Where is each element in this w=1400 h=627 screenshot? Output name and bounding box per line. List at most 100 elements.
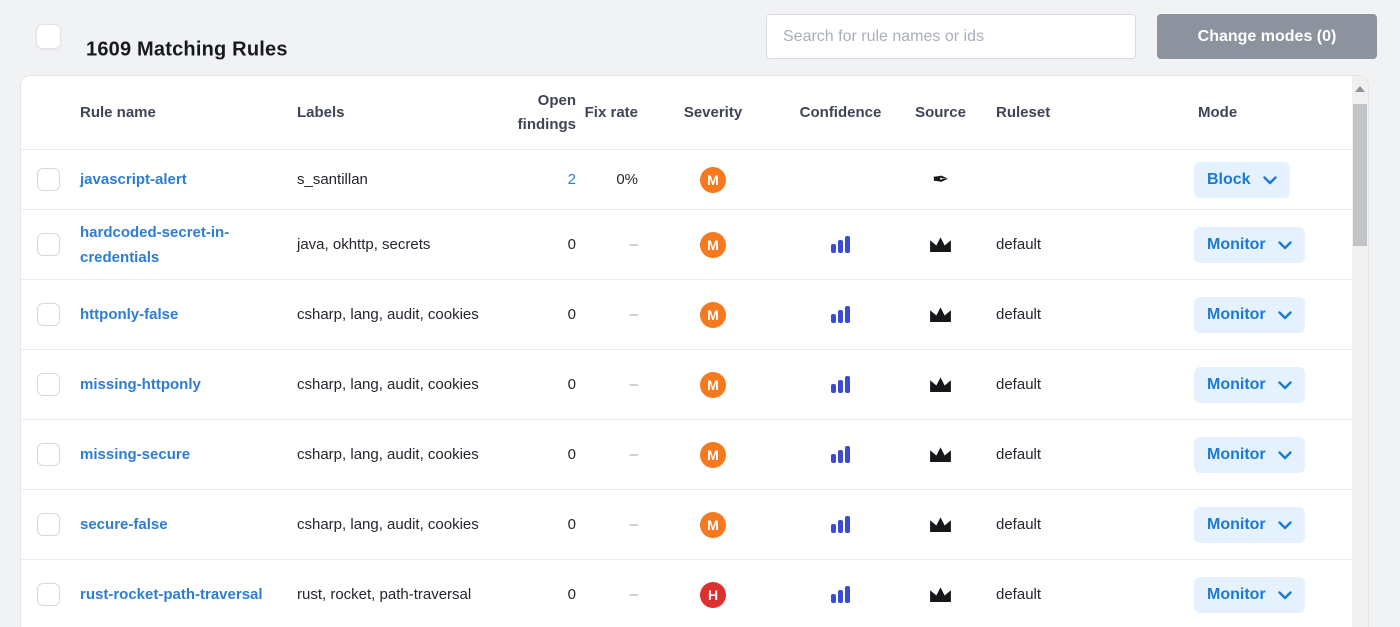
rule-labels: java, okhttp, secrets (297, 236, 431, 253)
vertical-scrollbar[interactable] (1352, 76, 1368, 627)
pen-nib-icon: ✒ (932, 168, 949, 191)
table-row: secure-false csharp, lang, audit, cookie… (21, 489, 1352, 559)
row-checkbox[interactable] (37, 583, 60, 606)
mode-dropdown[interactable]: Monitor (1194, 226, 1305, 263)
ruleset-name: default (996, 306, 1042, 323)
mode-label: Block (1207, 170, 1251, 188)
fix-rate-value: – (629, 586, 638, 603)
open-findings-count: 0 (567, 236, 576, 253)
row-checkbox[interactable] (37, 513, 60, 536)
page-title: 1609 Matching Rules (86, 38, 288, 61)
row-checkbox[interactable] (37, 443, 60, 466)
mode-dropdown[interactable]: Monitor (1194, 366, 1305, 403)
table-row: hardcoded-secret-in-credentials java, ok… (21, 209, 1352, 279)
row-checkbox[interactable] (37, 233, 60, 256)
mode-dropdown[interactable]: Monitor (1194, 436, 1305, 473)
row-checkbox[interactable] (37, 168, 60, 191)
open-findings-count[interactable]: 2 (568, 171, 576, 188)
rule-labels: csharp, lang, audit, cookies (297, 516, 479, 533)
rule-name-link[interactable]: secure-false (80, 512, 168, 537)
bar-chart-icon (831, 376, 850, 393)
mode-label: Monitor (1207, 515, 1266, 533)
column-header-severity: Severity (683, 103, 743, 121)
column-header-open-findings: Open findings (517, 91, 576, 133)
fix-rate-value: – (629, 516, 638, 533)
bar-chart-icon (831, 446, 850, 463)
column-header-ruleset: Ruleset (996, 103, 1051, 121)
ruleset-name: default (996, 586, 1042, 603)
column-header-mode: Mode (1198, 103, 1238, 121)
mode-label: Monitor (1207, 445, 1266, 463)
fix-rate-value: – (629, 446, 638, 463)
severity-badge: H (700, 581, 726, 608)
rule-name-link[interactable]: hardcoded-secret-in-credentials (80, 220, 279, 270)
chevron-down-icon (1277, 241, 1292, 250)
chevron-down-icon (1262, 176, 1277, 185)
scrollbar-thumb[interactable] (1353, 104, 1367, 246)
bar-chart-icon (831, 516, 850, 533)
crown-icon (929, 376, 952, 393)
open-findings-count: 0 (567, 376, 576, 393)
table-header-row: Rule name Labels Open findings Fix rate … (21, 76, 1352, 149)
page-header: 1609 Matching Rules Change modes (0) (0, 0, 1400, 75)
chevron-down-icon (1277, 311, 1292, 320)
rule-labels: csharp, lang, audit, cookies (297, 376, 479, 393)
mode-label: Monitor (1207, 235, 1266, 253)
crown-icon (929, 446, 952, 463)
mode-label: Monitor (1207, 375, 1266, 393)
bar-chart-icon (831, 236, 850, 253)
ruleset-name: default (996, 516, 1042, 533)
table-row: javascript-alert s_santillan 2 0% M ✒ Bl… (21, 149, 1352, 209)
rule-name-link[interactable]: rust-rocket-path-traversal (80, 582, 263, 607)
fix-rate-value: – (629, 236, 638, 253)
column-header-labels: Labels (297, 103, 345, 121)
mode-dropdown[interactable]: Block (1194, 161, 1290, 198)
open-findings-count: 0 (567, 446, 576, 463)
crown-icon (929, 306, 952, 323)
crown-icon (929, 516, 952, 533)
severity-badge: M (700, 371, 726, 398)
open-findings-count: 0 (567, 306, 576, 323)
mode-label: Monitor (1207, 585, 1266, 603)
bar-chart-icon (831, 306, 850, 323)
open-findings-count: 0 (567, 586, 576, 603)
row-checkbox[interactable] (37, 303, 60, 326)
chevron-down-icon (1277, 591, 1292, 600)
select-all-checkbox[interactable] (36, 24, 61, 49)
change-modes-button[interactable]: Change modes (0) (1157, 14, 1377, 59)
bar-chart-icon (831, 586, 850, 603)
rule-name-link[interactable]: javascript-alert (80, 167, 187, 192)
rules-table: Rule name Labels Open findings Fix rate … (21, 76, 1352, 627)
rule-labels: csharp, lang, audit, cookies (297, 306, 479, 323)
fix-rate-value: – (629, 306, 638, 323)
severity-badge: M (700, 166, 726, 193)
search-input[interactable] (766, 14, 1136, 59)
mode-dropdown[interactable]: Monitor (1194, 576, 1305, 613)
rule-labels: csharp, lang, audit, cookies (297, 446, 479, 463)
rule-name-link[interactable]: missing-httponly (80, 372, 201, 397)
column-header-confidence: Confidence (799, 103, 882, 121)
mode-label: Monitor (1207, 305, 1266, 323)
severity-badge: M (700, 301, 726, 328)
severity-badge: M (700, 511, 726, 538)
table-row: httponly-false csharp, lang, audit, cook… (21, 279, 1352, 349)
rule-labels: s_santillan (297, 171, 368, 188)
mode-dropdown[interactable]: Monitor (1194, 506, 1305, 543)
column-header-rule-name: Rule name (80, 103, 156, 121)
ruleset-name: default (996, 376, 1042, 393)
scroll-up-button[interactable] (1355, 86, 1365, 92)
severity-badge: M (700, 441, 726, 468)
crown-icon (929, 236, 952, 253)
open-findings-count: 0 (567, 516, 576, 533)
rules-table-card: Rule name Labels Open findings Fix rate … (20, 75, 1369, 627)
column-header-source: Source (915, 103, 966, 121)
mode-dropdown[interactable]: Monitor (1194, 296, 1305, 333)
severity-badge: M (700, 231, 726, 258)
rule-name-link[interactable]: missing-secure (80, 442, 190, 467)
rule-name-link[interactable]: httponly-false (80, 302, 178, 327)
fix-rate-value: 0% (616, 171, 638, 188)
table-row: missing-secure csharp, lang, audit, cook… (21, 419, 1352, 489)
row-checkbox[interactable] (37, 373, 60, 396)
fix-rate-value: – (629, 376, 638, 393)
table-row: rust-rocket-path-traversal rust, rocket,… (21, 559, 1352, 627)
